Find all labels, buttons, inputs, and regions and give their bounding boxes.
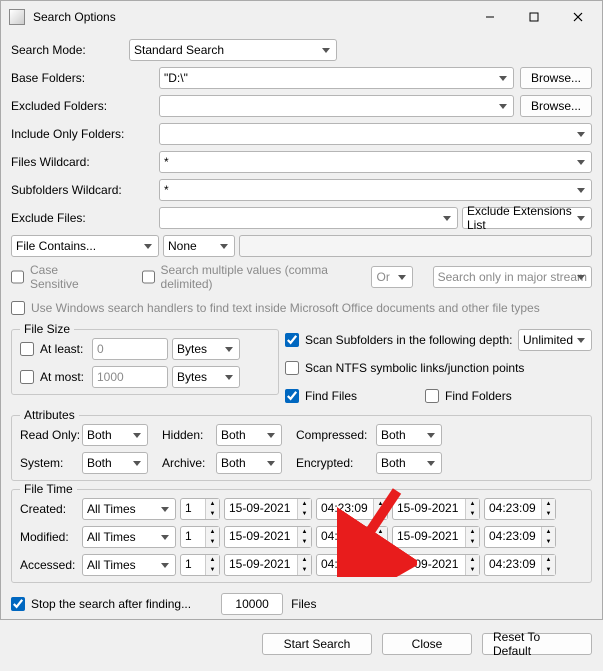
created-mode-select[interactable]: All Times — [82, 498, 176, 520]
at-least-unit-select[interactable]: Bytes — [172, 338, 240, 360]
file-contains-select[interactable]: File Contains... — [11, 235, 159, 257]
subfolders-wildcard-select[interactable]: * — [159, 179, 592, 201]
include-only-label: Include Only Folders: — [11, 127, 159, 141]
attributes-legend: Attributes — [20, 408, 79, 422]
accessed-label: Accessed: — [20, 558, 82, 572]
modified-mode-select[interactable]: All Times — [82, 526, 176, 548]
at-least-check[interactable]: At least: — [20, 342, 92, 356]
at-most-check[interactable]: At most: — [20, 370, 92, 384]
windows-handlers-check[interactable]: Use Windows search handlers to find text… — [11, 301, 540, 315]
compressed-label: Compressed: — [296, 428, 376, 442]
stop-after-check[interactable]: Stop the search after finding... — [11, 597, 191, 611]
subfolders-wildcard-label: Subfolders Wildcard: — [11, 183, 159, 197]
excluded-folders-label: Excluded Folders: — [11, 99, 159, 113]
case-sensitive-check[interactable]: Case Sensitive — [11, 263, 98, 291]
search-mode-select[interactable]: Standard Search — [129, 39, 337, 61]
app-icon — [9, 9, 25, 25]
accessed-date2-spin[interactable]: 15-09-2021▲▼ — [392, 554, 480, 576]
system-label: System: — [20, 456, 82, 470]
minimize-button[interactable] — [468, 2, 512, 32]
modified-date1-spin[interactable]: 15-09-2021▲▼ — [224, 526, 312, 548]
at-most-input[interactable] — [92, 366, 168, 388]
find-folders-check[interactable]: Find Folders — [425, 389, 512, 403]
at-most-unit-select[interactable]: Bytes — [172, 366, 240, 388]
hidden-label: Hidden: — [162, 428, 216, 442]
search-multiple-check[interactable]: Search multiple values (comma delimited) — [142, 263, 352, 291]
accessed-time1-spin[interactable]: 04:23:09▲▼ — [316, 554, 388, 576]
accessed-mode-select[interactable]: All Times — [82, 554, 176, 576]
browse-base-button[interactable]: Browse... — [520, 67, 592, 89]
modified-count-spin[interactable]: 1▲▼ — [180, 526, 220, 548]
close-dialog-button[interactable]: Close — [382, 633, 472, 655]
file-size-legend: File Size — [20, 322, 74, 336]
modified-time2-spin[interactable]: 04:23:09▲▼ — [484, 526, 556, 548]
exclude-files-select[interactable] — [159, 207, 458, 229]
stop-limit-input[interactable] — [221, 593, 283, 615]
file-time-legend: File Time — [20, 482, 77, 496]
search-mode-label: Search Mode: — [11, 43, 129, 57]
files-word: Files — [291, 597, 316, 611]
archive-select[interactable]: Both — [216, 452, 282, 474]
start-search-button[interactable]: Start Search — [262, 633, 372, 655]
created-date1-spin[interactable]: 15-09-2021▲▼ — [224, 498, 312, 520]
created-count-spin[interactable]: 1▲▼ — [180, 498, 220, 520]
reset-default-button[interactable]: Reset To Default — [482, 633, 592, 655]
exclude-files-label: Exclude Files: — [11, 211, 159, 225]
created-time1-spin[interactable]: 04:23:09▲▼ — [316, 498, 388, 520]
depth-select[interactable]: Unlimited — [518, 329, 592, 351]
hidden-select[interactable]: Both — [216, 424, 282, 446]
modified-time1-spin[interactable]: 04:23:09▲▼ — [316, 526, 388, 548]
at-least-input[interactable] — [92, 338, 168, 360]
readonly-select[interactable]: Both — [82, 424, 148, 446]
encrypted-select[interactable]: Both — [376, 452, 442, 474]
base-folders-select[interactable]: "D:\" — [159, 67, 514, 89]
base-folders-label: Base Folders: — [11, 71, 159, 85]
include-only-select[interactable] — [159, 123, 592, 145]
excluded-folders-select[interactable] — [159, 95, 514, 117]
modified-label: Modified: — [20, 530, 82, 544]
find-files-check[interactable]: Find Files — [285, 389, 425, 403]
scan-subfolders-check[interactable]: Scan Subfolders in the following depth: — [285, 333, 518, 347]
archive-label: Archive: — [162, 456, 216, 470]
window-title: Search Options — [33, 10, 468, 24]
created-time2-spin[interactable]: 04:23:09▲▼ — [484, 498, 556, 520]
accessed-count-spin[interactable]: 1▲▼ — [180, 554, 220, 576]
accessed-time2-spin[interactable]: 04:23:09▲▼ — [484, 554, 556, 576]
modified-date2-spin[interactable]: 15-09-2021▲▼ — [392, 526, 480, 548]
compressed-select[interactable]: Both — [376, 424, 442, 446]
created-date2-spin[interactable]: 15-09-2021▲▼ — [392, 498, 480, 520]
maximize-button[interactable] — [512, 2, 556, 32]
browse-excluded-button[interactable]: Browse... — [520, 95, 592, 117]
or-select[interactable]: Or — [371, 266, 412, 288]
encrypted-label: Encrypted: — [296, 456, 376, 470]
titlebar: Search Options — [1, 1, 602, 33]
scan-ntfs-check[interactable]: Scan NTFS symbolic links/junction points — [285, 361, 524, 375]
major-stream-select[interactable]: Search only in major stream — [433, 266, 592, 288]
contains-mode-select[interactable]: None — [163, 235, 235, 257]
exclude-ext-select[interactable]: Exclude Extensions List — [462, 207, 592, 229]
contains-value-input[interactable] — [239, 235, 592, 257]
files-wildcard-label: Files Wildcard: — [11, 155, 159, 169]
accessed-date1-spin[interactable]: 15-09-2021▲▼ — [224, 554, 312, 576]
files-wildcard-select[interactable]: * — [159, 151, 592, 173]
close-button[interactable] — [556, 2, 600, 32]
readonly-label: Read Only: — [20, 428, 82, 442]
created-label: Created: — [20, 502, 82, 516]
system-select[interactable]: Both — [82, 452, 148, 474]
